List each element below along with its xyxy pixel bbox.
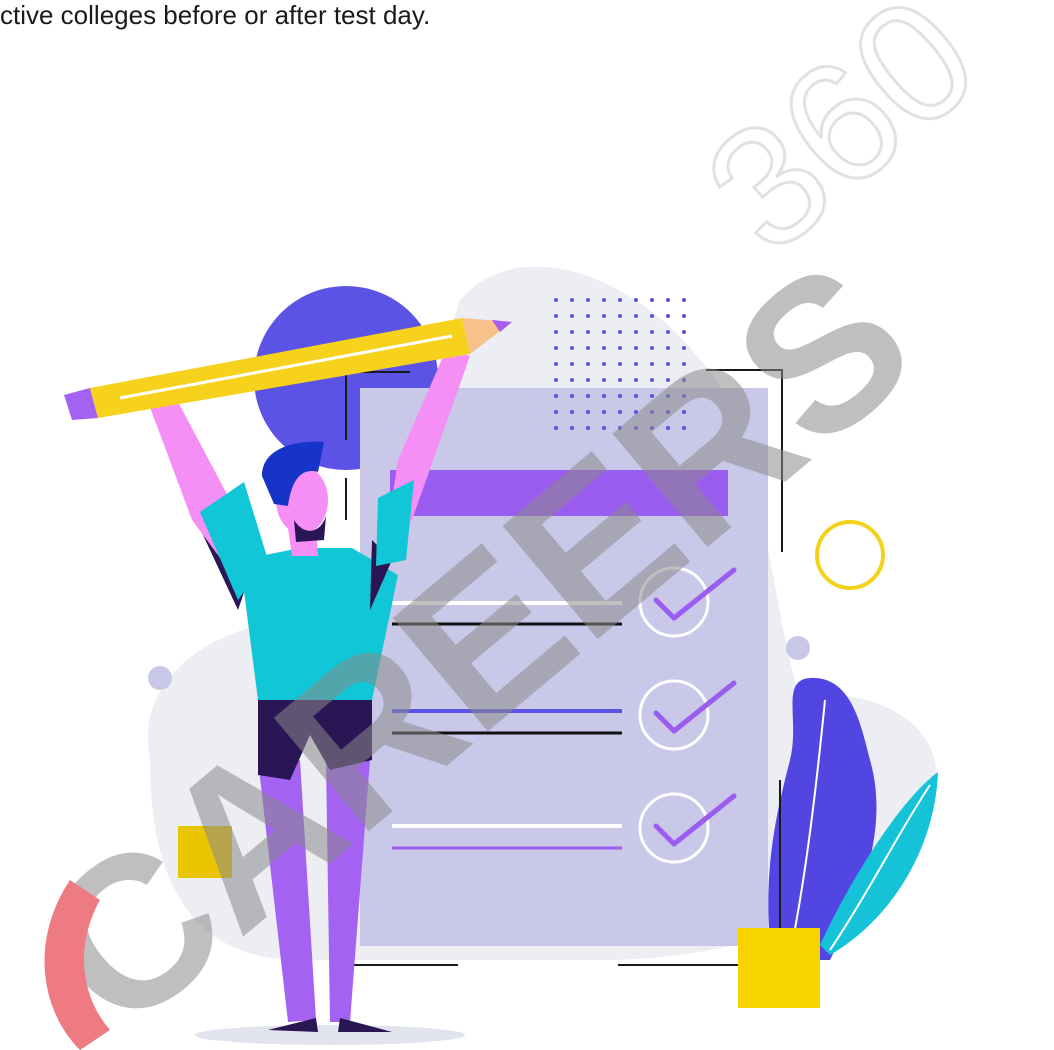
person-shoe-right bbox=[338, 1018, 392, 1032]
small-dot-left bbox=[148, 666, 172, 690]
yellow-ring bbox=[815, 520, 885, 590]
checklist-illustration: CAREERS 360 bbox=[0, 0, 1013, 1050]
yellow-square-large bbox=[738, 928, 820, 1008]
floor-shadow bbox=[195, 1025, 465, 1045]
watermark-number: 360 bbox=[672, 0, 1011, 288]
small-dot-right bbox=[786, 636, 810, 660]
